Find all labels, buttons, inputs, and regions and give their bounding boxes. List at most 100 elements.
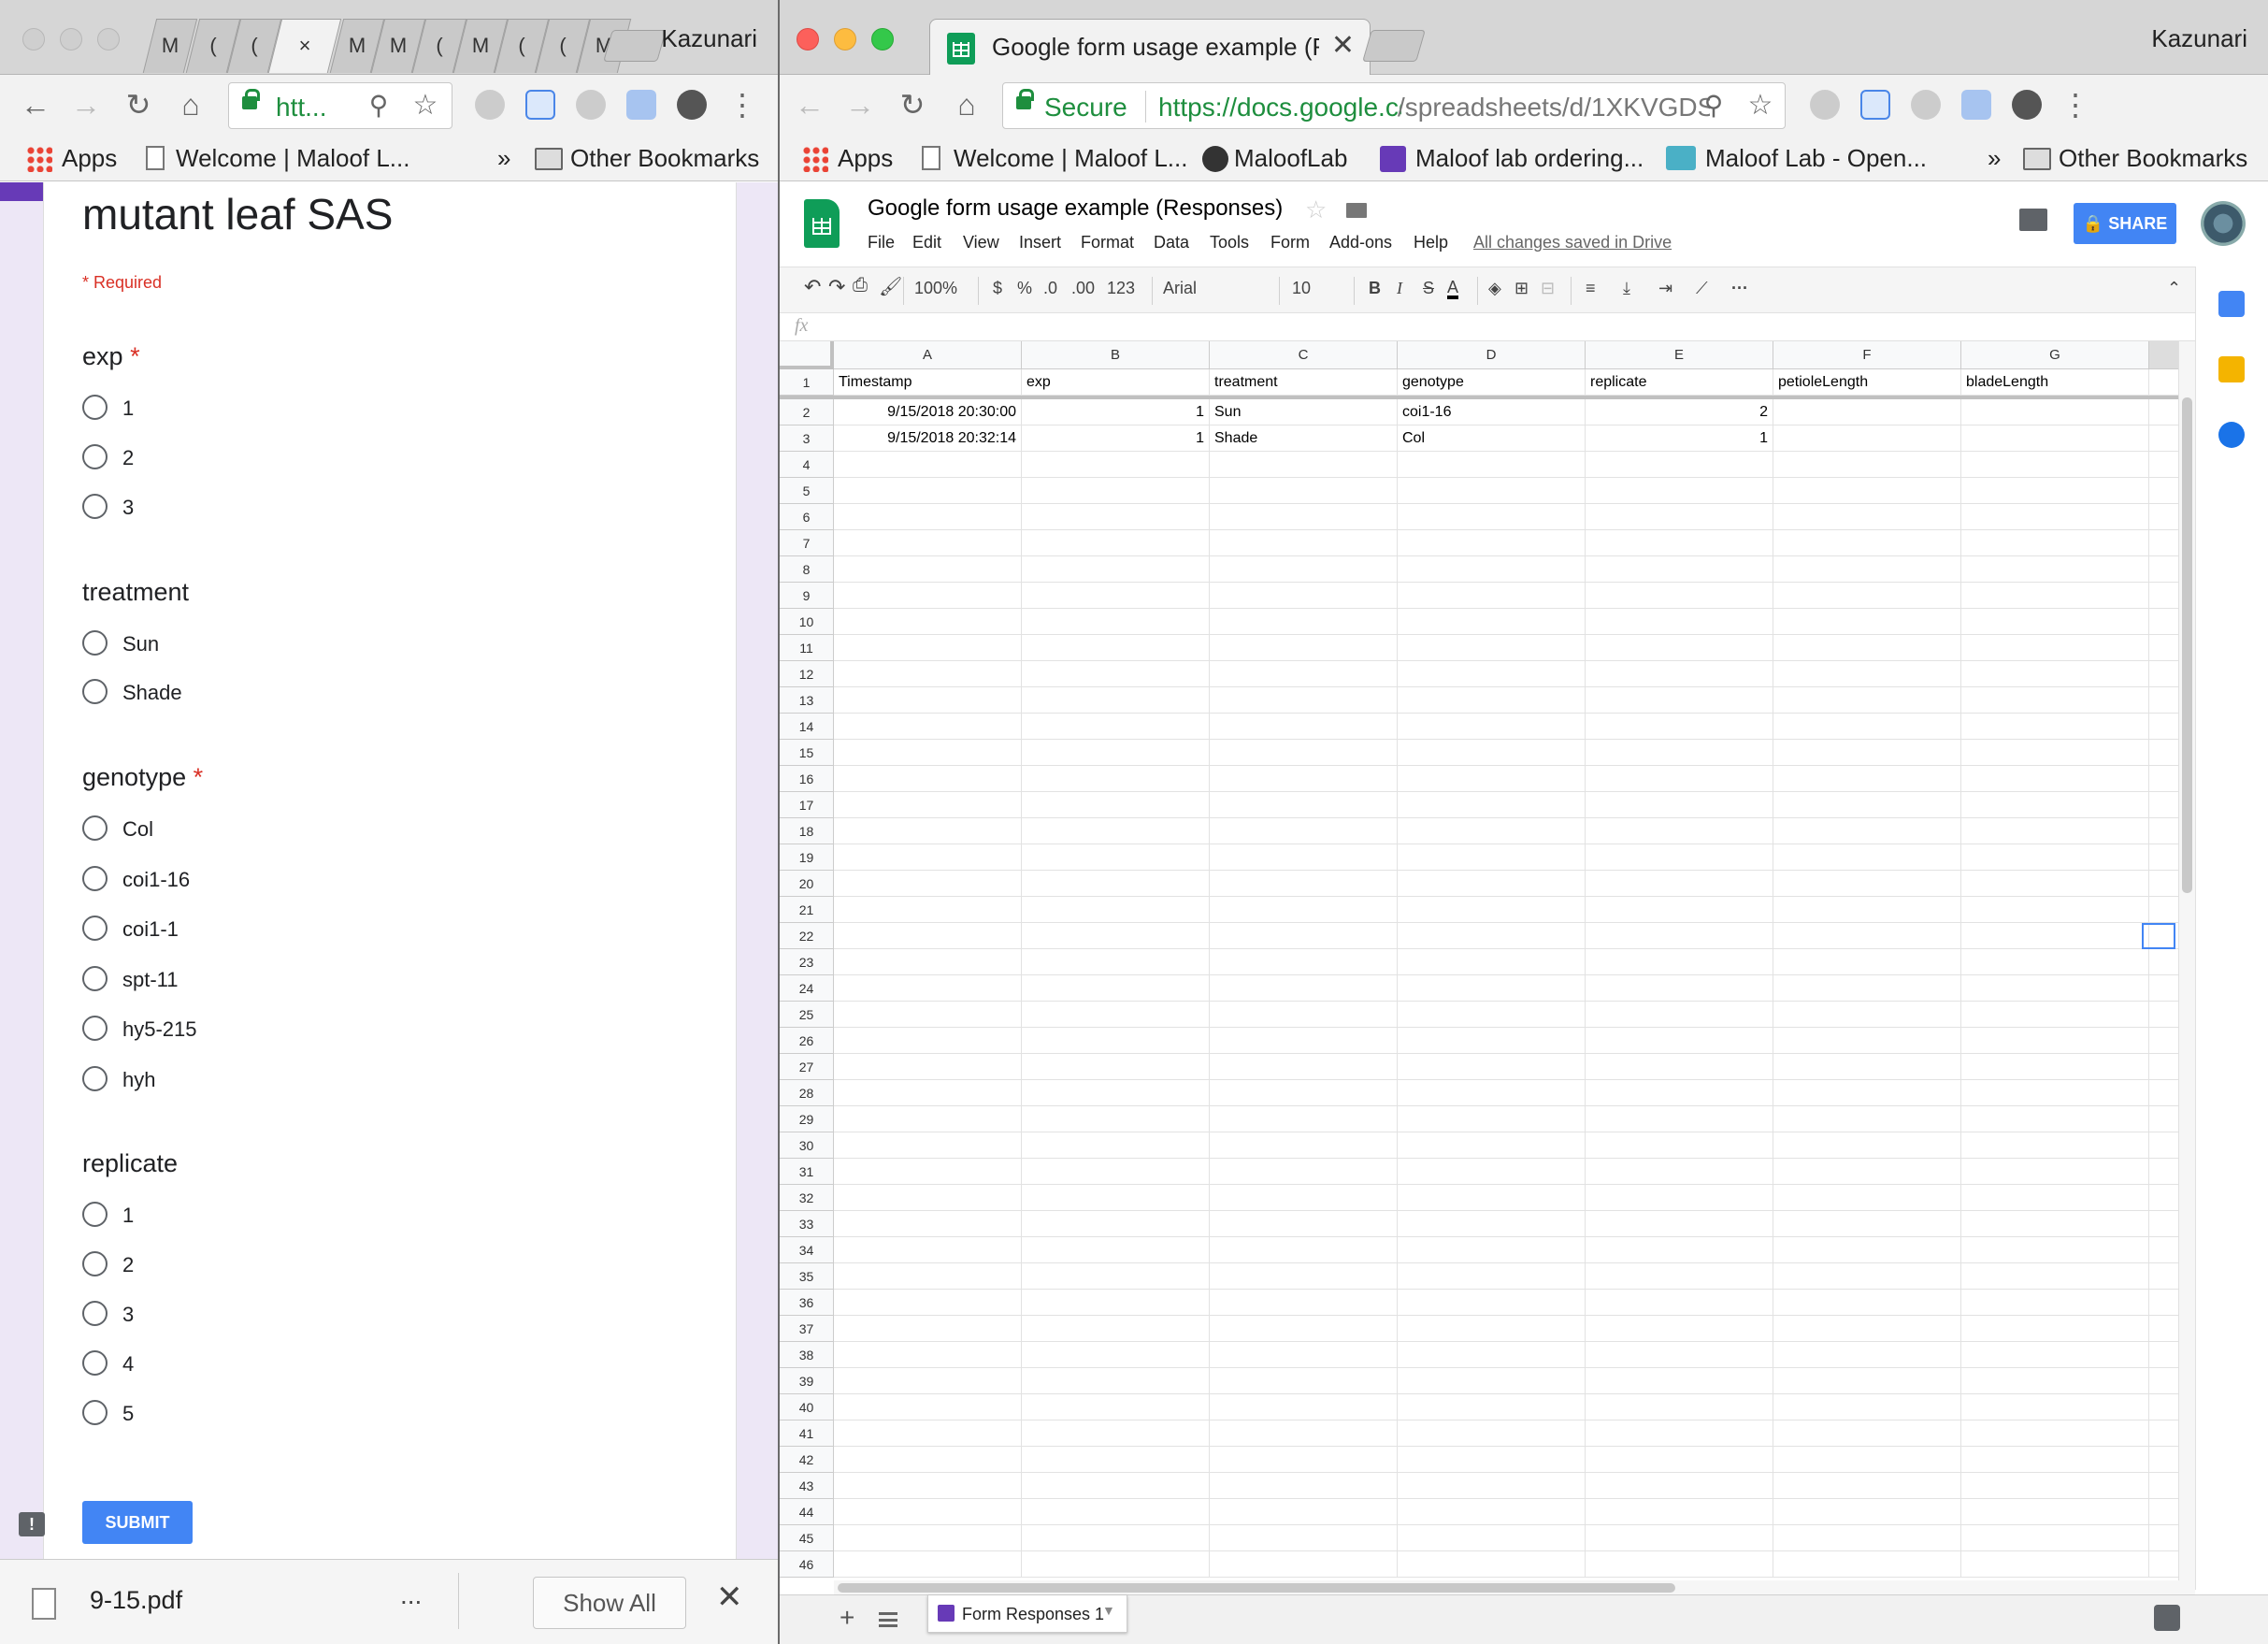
- row-header[interactable]: 24: [780, 975, 834, 1002]
- row-header[interactable]: 32: [780, 1185, 834, 1211]
- row-header[interactable]: 2: [780, 399, 834, 425]
- feedback-icon[interactable]: !: [19, 1512, 45, 1536]
- table-cell[interactable]: [1773, 1473, 1961, 1499]
- table-cell[interactable]: [1773, 1185, 1961, 1211]
- bookmark-other[interactable]: Other Bookmarks: [570, 144, 759, 173]
- menu-tools[interactable]: Tools: [1210, 233, 1249, 252]
- align-left-icon[interactable]: ≡: [1586, 279, 1596, 298]
- table-cell[interactable]: 9/15/2018 20:32:14: [834, 425, 1022, 452]
- table-cell[interactable]: [1773, 1525, 1961, 1551]
- table-cell[interactable]: [1586, 766, 1773, 792]
- table-cell[interactable]: [1586, 949, 1773, 975]
- table-cell[interactable]: [834, 923, 1022, 949]
- table-cell[interactable]: [1210, 1525, 1398, 1551]
- bookmark-star-icon[interactable]: ☆: [407, 87, 444, 124]
- table-cell[interactable]: [1022, 1342, 1210, 1368]
- radio-button[interactable]: [82, 1251, 108, 1276]
- table-cell[interactable]: [834, 818, 1022, 844]
- row-header[interactable]: 21: [780, 897, 834, 923]
- zoom-window-button[interactable]: [871, 28, 894, 50]
- table-cell[interactable]: [1586, 871, 1773, 897]
- table-cell[interactable]: [1398, 478, 1586, 504]
- table-cell[interactable]: [834, 478, 1022, 504]
- vertical-align-icon[interactable]: ⤓: [1623, 279, 1630, 298]
- table-cell[interactable]: [1961, 1002, 2149, 1028]
- table-cell[interactable]: [1961, 1551, 2149, 1578]
- github-icon[interactable]: [2012, 90, 2042, 120]
- bold-button[interactable]: B: [1369, 279, 1381, 298]
- table-cell[interactable]: [1210, 1185, 1398, 1211]
- header-cell[interactable]: bladeLength: [1961, 369, 2149, 396]
- row-header[interactable]: 16: [780, 766, 834, 792]
- table-cell[interactable]: [834, 1551, 1022, 1578]
- table-cell[interactable]: [1022, 1499, 1210, 1525]
- table-cell[interactable]: [1773, 818, 1961, 844]
- table-cell[interactable]: [1586, 556, 1773, 583]
- table-cell[interactable]: [834, 661, 1022, 687]
- bookmarks-overflow-button[interactable]: »: [497, 144, 510, 173]
- table-cell[interactable]: [1586, 1551, 1773, 1578]
- extension-icon-4[interactable]: [626, 90, 656, 120]
- table-cell[interactable]: [1961, 1420, 2149, 1447]
- vertical-scrollbar[interactable]: [2178, 341, 2195, 1580]
- table-cell[interactable]: [1022, 1290, 1210, 1316]
- table-cell[interactable]: [1022, 1185, 1210, 1211]
- table-cell[interactable]: [1210, 1028, 1398, 1054]
- table-cell[interactable]: [1586, 1290, 1773, 1316]
- table-cell[interactable]: [1961, 478, 2149, 504]
- header-cell[interactable]: Timestamp: [834, 369, 1022, 396]
- table-cell[interactable]: [834, 871, 1022, 897]
- profile-name[interactable]: Kazunari: [661, 24, 757, 53]
- table-cell[interactable]: [1210, 740, 1398, 766]
- row-header[interactable]: 1: [780, 369, 834, 396]
- undo-icon[interactable]: ↶: [804, 275, 821, 299]
- table-cell[interactable]: [1210, 556, 1398, 583]
- row-header[interactable]: 15: [780, 740, 834, 766]
- keep-icon[interactable]: [2218, 356, 2245, 382]
- table-cell[interactable]: [1586, 792, 1773, 818]
- table-cell[interactable]: [1398, 1132, 1586, 1159]
- table-cell[interactable]: [1210, 1290, 1398, 1316]
- table-cell[interactable]: [834, 635, 1022, 661]
- table-cell[interactable]: [1586, 923, 1773, 949]
- tab-sheets[interactable]: Google form usage example (Responses) ✕: [929, 19, 1371, 75]
- table-cell[interactable]: [1773, 844, 1961, 871]
- minimize-window-button[interactable]: [834, 28, 856, 50]
- table-cell[interactable]: [1961, 897, 2149, 923]
- table-cell[interactable]: [1210, 1316, 1398, 1342]
- close-download-bar-button[interactable]: ✕: [716, 1579, 743, 1616]
- table-cell[interactable]: [1961, 1316, 2149, 1342]
- percent-format-button[interactable]: %: [1017, 279, 1032, 298]
- row-header[interactable]: 26: [780, 1028, 834, 1054]
- explore-icon[interactable]: [2154, 1605, 2180, 1631]
- table-cell[interactable]: [1022, 1028, 1210, 1054]
- table-cell[interactable]: [1398, 687, 1586, 714]
- bookmark-star-icon[interactable]: ☆: [1742, 87, 1779, 124]
- table-cell[interactable]: [1210, 714, 1398, 740]
- row-header[interactable]: 41: [780, 1420, 834, 1447]
- table-cell[interactable]: [1961, 975, 2149, 1002]
- table-cell[interactable]: [1398, 1342, 1586, 1368]
- profile-name[interactable]: Kazunari: [2151, 24, 2247, 53]
- menu-format[interactable]: Format: [1081, 233, 1134, 252]
- row-header[interactable]: 43: [780, 1473, 834, 1499]
- radio-button[interactable]: [82, 1400, 108, 1425]
- table-cell[interactable]: [1586, 975, 1773, 1002]
- table-cell[interactable]: [1398, 1080, 1586, 1106]
- table-cell[interactable]: [1586, 1447, 1773, 1473]
- table-cell[interactable]: [1586, 1420, 1773, 1447]
- table-cell[interactable]: [834, 1237, 1022, 1263]
- row-header[interactable]: 25: [780, 1002, 834, 1028]
- row-header[interactable]: 12: [780, 661, 834, 687]
- table-cell[interactable]: [1773, 635, 1961, 661]
- row-header[interactable]: 37: [780, 1316, 834, 1342]
- table-cell[interactable]: [1961, 1159, 2149, 1185]
- row-header[interactable]: 3: [780, 425, 834, 452]
- table-cell[interactable]: [1773, 1159, 1961, 1185]
- table-cell[interactable]: [834, 1473, 1022, 1499]
- bookmark-welcome[interactable]: Welcome | Maloof L...: [176, 144, 409, 173]
- forward-arrow-icon[interactable]: →: [67, 86, 105, 123]
- table-cell[interactable]: [1398, 1002, 1586, 1028]
- row-header[interactable]: 7: [780, 530, 834, 556]
- table-cell[interactable]: [1773, 1263, 1961, 1290]
